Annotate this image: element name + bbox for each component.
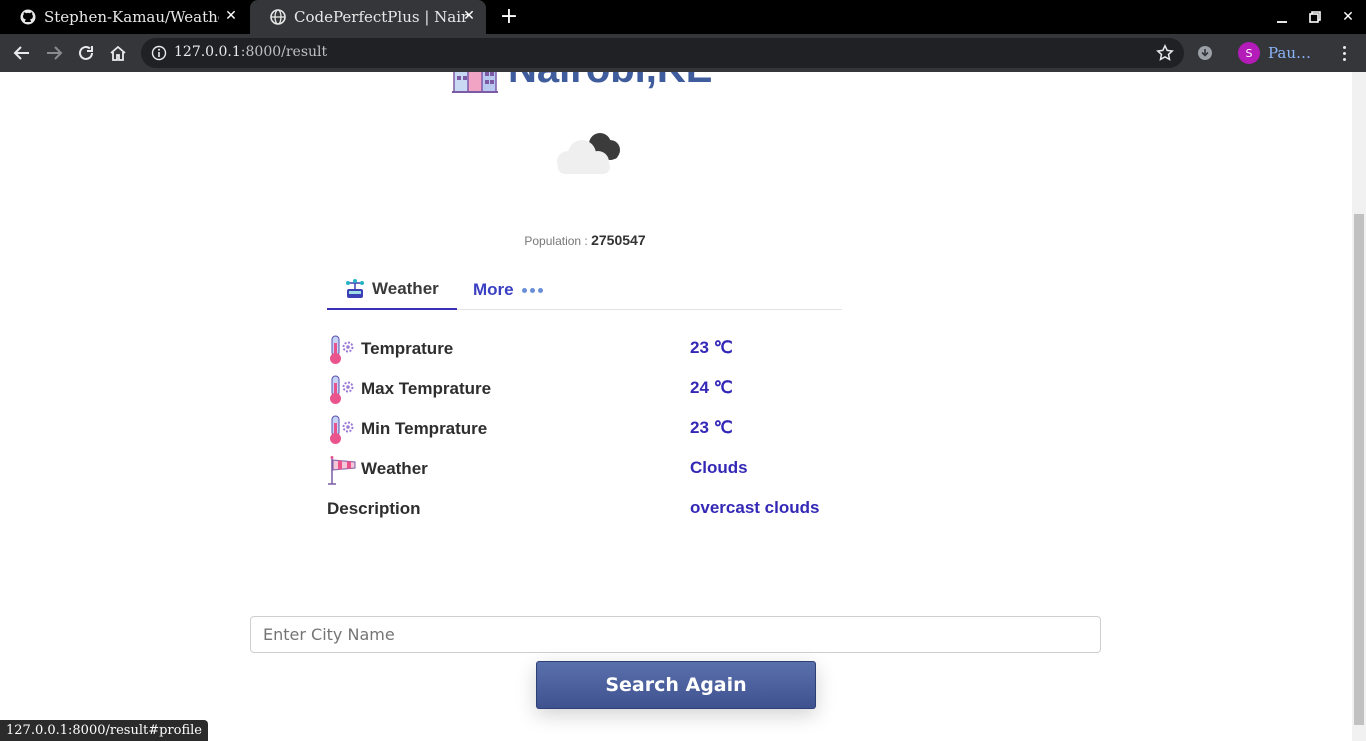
row-label: Max Temprature xyxy=(361,379,492,398)
thermometer-icon xyxy=(330,335,354,364)
search-again-button[interactable]: Search Again xyxy=(536,661,816,709)
city-name: Nairobi,KE xyxy=(508,72,712,94)
url-path: :8000/result xyxy=(240,44,328,60)
row-value: overcast clouds xyxy=(690,498,820,517)
tab-more-label: More xyxy=(473,280,514,299)
tab-title: Stephen-Kamau/Weather xyxy=(44,8,219,26)
globe-icon xyxy=(270,9,286,25)
profile-name: Pau… xyxy=(1268,44,1312,62)
row-value: 23 ℃ xyxy=(690,338,733,357)
minimize-icon[interactable] xyxy=(1270,6,1294,28)
browser-toolbar: 127.0.0.1:8000/result S Pau… xyxy=(0,34,1366,72)
row-value: 24 ℃ xyxy=(690,378,733,397)
tab-weather[interactable]: Weather xyxy=(327,270,457,310)
close-tab-icon[interactable]: ✕ xyxy=(462,9,476,23)
weather-station-icon xyxy=(346,279,364,298)
browser-tab-strip: Stephen-Kamau/Weather ✕ CodePerfectPlus … xyxy=(0,0,1366,34)
profile-button[interactable]: S Pau… xyxy=(1238,42,1311,64)
close-window-icon[interactable]: ✕ xyxy=(1336,6,1360,28)
reload-icon[interactable] xyxy=(74,41,98,65)
weather-details: Temprature 23 ℃ Max Temprature 24 ℃ Min … xyxy=(327,330,847,530)
status-bar-url: 127.0.0.1:8000/result#profile xyxy=(0,720,208,741)
home-icon[interactable] xyxy=(106,41,130,65)
city-header: Nairobi,KE xyxy=(452,72,712,94)
page-viewport: Nairobi,KE Population : 2750547 Weather xyxy=(0,72,1352,741)
more-dots-icon xyxy=(521,287,543,293)
avatar: S xyxy=(1238,42,1260,64)
population: Population : 2750547 xyxy=(0,232,1170,248)
row-label: Description xyxy=(327,499,421,518)
population-label: Population : xyxy=(524,234,588,248)
info-tabs: Weather More xyxy=(327,270,842,310)
browser-tab-weather-repo[interactable]: Stephen-Kamau/Weather ✕ xyxy=(0,0,248,34)
forward-icon[interactable] xyxy=(42,41,66,65)
site-info-icon[interactable] xyxy=(151,45,167,61)
row-weather: Weather Clouds xyxy=(327,450,847,490)
row-description: Description overcast clouds xyxy=(327,490,847,530)
close-tab-icon[interactable]: ✕ xyxy=(224,9,238,23)
population-value: 2750547 xyxy=(591,232,646,248)
github-icon xyxy=(20,9,36,25)
scrollbar-thumb[interactable] xyxy=(1354,214,1364,725)
url-host: 127.0.0.1 xyxy=(174,44,241,60)
row-max-temperature: Max Temprature 24 ℃ xyxy=(327,370,847,410)
download-icon[interactable] xyxy=(1193,41,1217,65)
row-temperature: Temprature 23 ℃ xyxy=(327,330,847,370)
row-label: Weather xyxy=(361,459,428,478)
row-value: 23 ℃ xyxy=(690,418,733,437)
back-icon[interactable] xyxy=(10,41,34,65)
tab-title: CodePerfectPlus | Nairobi xyxy=(294,8,469,26)
browser-menu-icon[interactable] xyxy=(1336,42,1352,64)
thermometer-icon xyxy=(330,375,354,404)
city-buildings-icon xyxy=(452,72,498,93)
address-bar[interactable]: 127.0.0.1:8000/result xyxy=(141,38,1184,68)
tab-more[interactable]: More xyxy=(473,270,543,310)
overcast-cloud-icon xyxy=(557,133,620,174)
row-label: Temprature xyxy=(361,339,454,358)
tab-weather-label: Weather xyxy=(372,279,439,298)
row-min-temperature: Min Temprature 23 ℃ xyxy=(327,410,847,450)
url-text: 127.0.0.1:8000/result xyxy=(174,44,327,60)
page-scrollbar[interactable] xyxy=(1352,72,1366,741)
city-search-input[interactable] xyxy=(250,616,1101,653)
bookmark-star-icon[interactable] xyxy=(1156,44,1174,62)
new-tab-icon[interactable]: + xyxy=(497,6,521,28)
windsock-icon xyxy=(328,456,356,485)
thermometer-icon xyxy=(330,415,354,444)
row-label: Min Temprature xyxy=(361,419,488,438)
browser-tab-codeperfectplus[interactable]: CodePerfectPlus | Nairobi ✕ xyxy=(250,0,486,34)
restore-icon[interactable] xyxy=(1303,6,1327,28)
row-value: Clouds xyxy=(690,458,748,477)
